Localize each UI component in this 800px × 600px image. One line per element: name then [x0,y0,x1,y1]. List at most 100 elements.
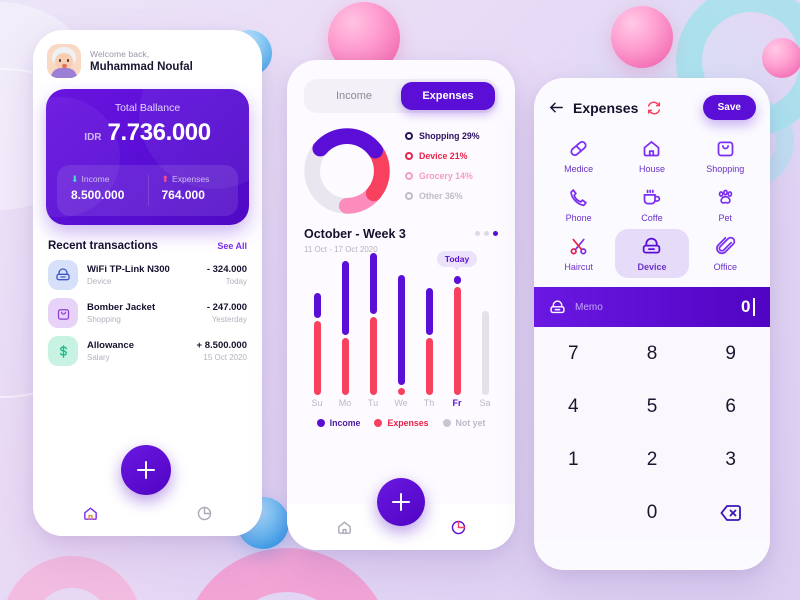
device-icon [549,299,566,316]
backspace-icon[interactable] [691,486,770,539]
legend-label-expenses: Expenses [387,418,429,428]
balance-summary: ⬇ Income 8.500.000 ⬆ Expenses 764.000 [57,165,238,216]
phone-add-expense-screen: Expenses Save Medice House Shopping Phon… [534,78,770,570]
keypad-key-2[interactable]: 2 [613,433,692,486]
carousel-dot[interactable] [475,231,480,236]
bar-column[interactable] [387,260,415,395]
category-office[interactable]: Office [689,229,762,278]
add-transaction-fab[interactable] [121,445,171,495]
category-coffe[interactable]: Coffe [615,180,688,229]
avatar[interactable] [47,44,81,78]
keypad-key-0[interactable]: 0 [613,486,692,539]
bar-segment-expenses [397,388,405,395]
legend-dot-income [316,419,325,427]
back-arrow-icon[interactable] [548,99,565,116]
category-shopping[interactable]: Shopping [689,131,762,180]
add-transaction-fab[interactable] [377,478,425,526]
keypad-key-8[interactable]: 8 [613,327,692,380]
income-expenses-toggle: Income Expenses [304,79,498,113]
bar-column[interactable]: Today [436,250,478,395]
day-label[interactable]: We [387,398,415,408]
keypad-key-6[interactable]: 6 [691,380,770,433]
day-label[interactable]: Th [415,398,443,408]
dollar-icon [48,336,78,366]
category-pet[interactable]: Pet [689,180,762,229]
bottom-navigation [33,490,262,536]
bar-column[interactable] [303,260,331,395]
income-label: Income [81,174,110,184]
bar-column[interactable] [415,260,443,395]
legend-item[interactable]: Shopping 29% [405,131,480,141]
legend-item-notyet[interactable]: Not yet [442,418,485,428]
bar-segment-income [313,293,321,318]
donut-chart[interactable] [301,125,393,217]
bar-column[interactable] [359,252,387,395]
transaction-category: Shopping [87,315,121,324]
numeric-keypad: 789 456 1230 [534,327,770,539]
legend-item[interactable]: Other 36% [405,191,480,201]
carousel-dot[interactable] [484,231,489,236]
carousel-dot-active[interactable] [493,231,498,236]
carousel-dots[interactable] [475,227,498,236]
nav-home-button[interactable] [287,519,401,536]
day-label[interactable]: Su [303,398,331,408]
day-label[interactable]: Mo [331,398,359,408]
paperclip-icon [715,236,736,257]
chart-subtitle: 11 Oct - 17 Oct 2020 [304,245,378,254]
transaction-row[interactable]: WiFi TP-Link N300 Device - 324.000 Today [33,252,262,290]
home-icon [641,138,662,159]
keypad-key-3[interactable]: 3 [691,433,770,486]
category-device[interactable]: Device [615,229,689,278]
category-label: Pet [718,213,733,223]
day-label[interactable]: Tu [359,398,387,408]
expenses-summary: ⬆ Expenses 764.000 [147,165,239,216]
keypad-key-7[interactable]: 7 [534,327,613,380]
category-medice[interactable]: Medice [542,131,615,180]
keypad-key-4[interactable]: 4 [534,380,613,433]
legend-label-shopping: Shopping 29% [419,131,480,141]
bar-chart-legend: Income Expenses Not yet [287,418,515,428]
expenses-label: Expenses [172,174,210,184]
save-button[interactable]: Save [702,95,756,120]
tab-expenses[interactable]: Expenses [401,82,495,110]
balance-amount: 7.736.000 [107,119,212,146]
nav-home-button[interactable] [33,505,148,522]
memo-input-bar[interactable]: Memo 0 [534,287,770,327]
legend-item[interactable]: Device 21% [405,151,480,161]
see-all-link[interactable]: See All [217,241,247,251]
refresh-swap-icon[interactable] [646,100,662,116]
keypad-key-9[interactable]: 9 [691,327,770,380]
category-label: House [638,164,665,174]
day-label[interactable]: Fr [443,398,471,408]
legend-item-income[interactable]: Income [316,418,360,428]
keypad-key-5[interactable]: 5 [613,380,692,433]
nav-stats-button[interactable] [401,519,515,536]
category-label: Coffe [641,213,663,223]
category-grid: Medice House Shopping Phone Coffe Pet Ha… [534,120,770,278]
category-haircut[interactable]: Haircut [542,229,615,278]
transaction-row[interactable]: Allowance Salary + 8.500.000 15 Oct 2020 [33,328,262,366]
day-label[interactable]: Sa [471,398,499,408]
weekly-bar-chart[interactable]: Today [303,250,499,395]
bar-segment-expenses [313,320,321,395]
transaction-name: Allowance [87,340,134,351]
category-house[interactable]: House [615,131,688,180]
arrow-up-icon: ⬆ [161,173,170,184]
nav-stats-button[interactable] [148,505,263,522]
bar-segment-expenses [453,287,461,395]
transaction-row[interactable]: Bomber Jacket Shopping - 247.000 Yesterd… [33,290,262,328]
legend-dot-device [405,152,413,160]
coffee-cup-icon [641,187,662,208]
plus-icon [392,493,410,511]
tab-income[interactable]: Income [307,82,401,110]
category-phone[interactable]: Phone [542,180,615,229]
keypad-key-1[interactable]: 1 [534,433,613,486]
legend-item[interactable]: Grocery 14% [405,171,480,181]
expenses-donut-section: Shopping 29% Device 21% Grocery 14% Othe… [287,113,515,217]
bar-column[interactable] [471,260,499,395]
total-balance-card[interactable]: Total Ballance IDR 7.736.000 ⬇ Income 8.5… [46,89,249,225]
bar-column[interactable] [331,260,359,395]
legend-item-expenses[interactable]: Expenses [374,418,429,428]
legend-dot-expenses [374,419,383,427]
category-label: Device [637,262,667,272]
